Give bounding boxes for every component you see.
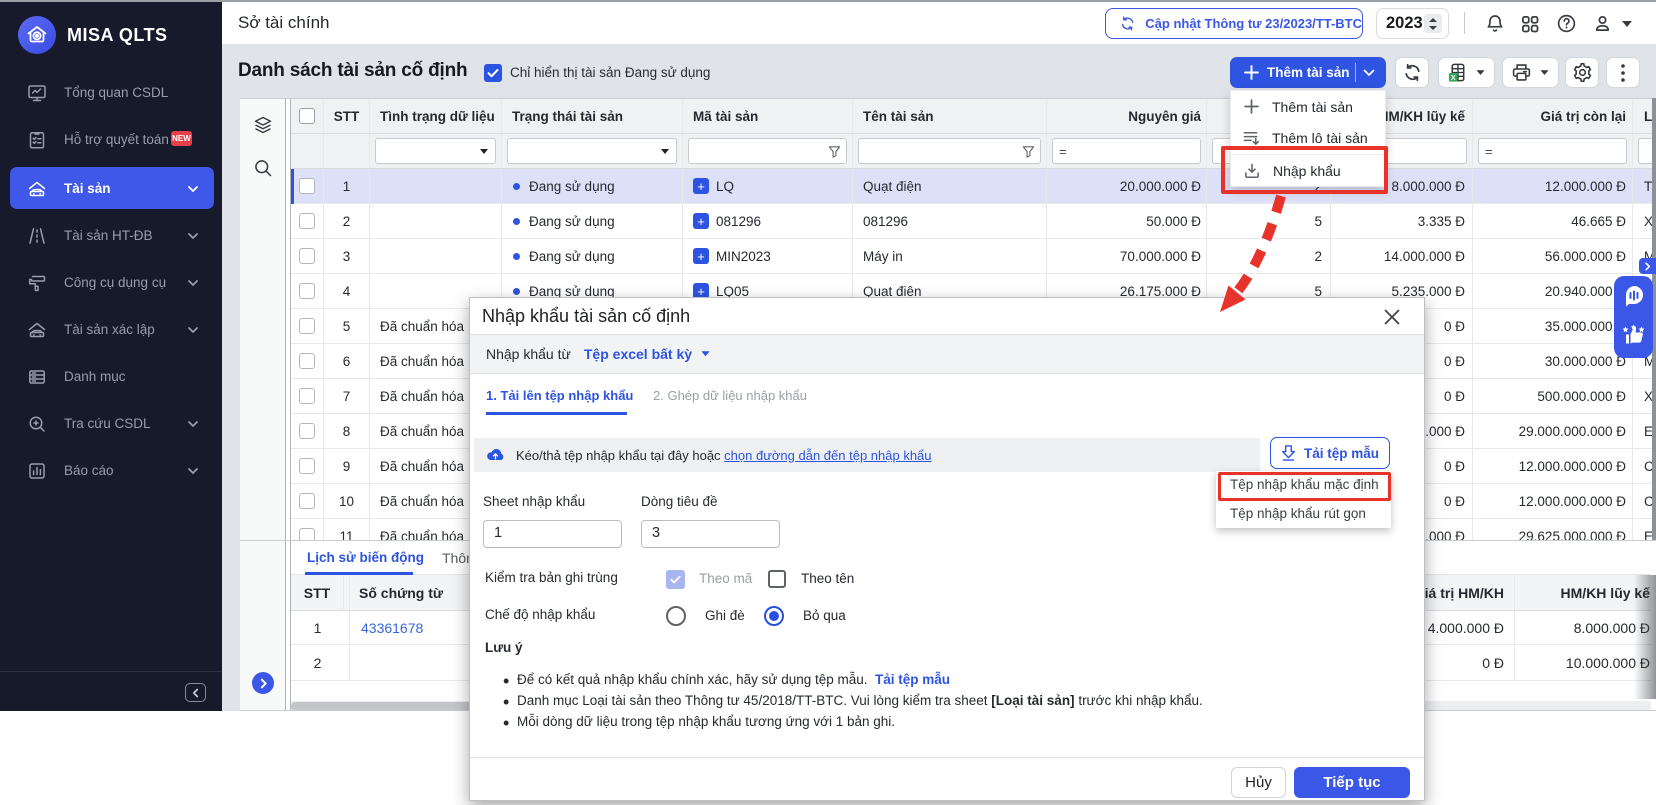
svg-text:X: X [1451,74,1456,82]
